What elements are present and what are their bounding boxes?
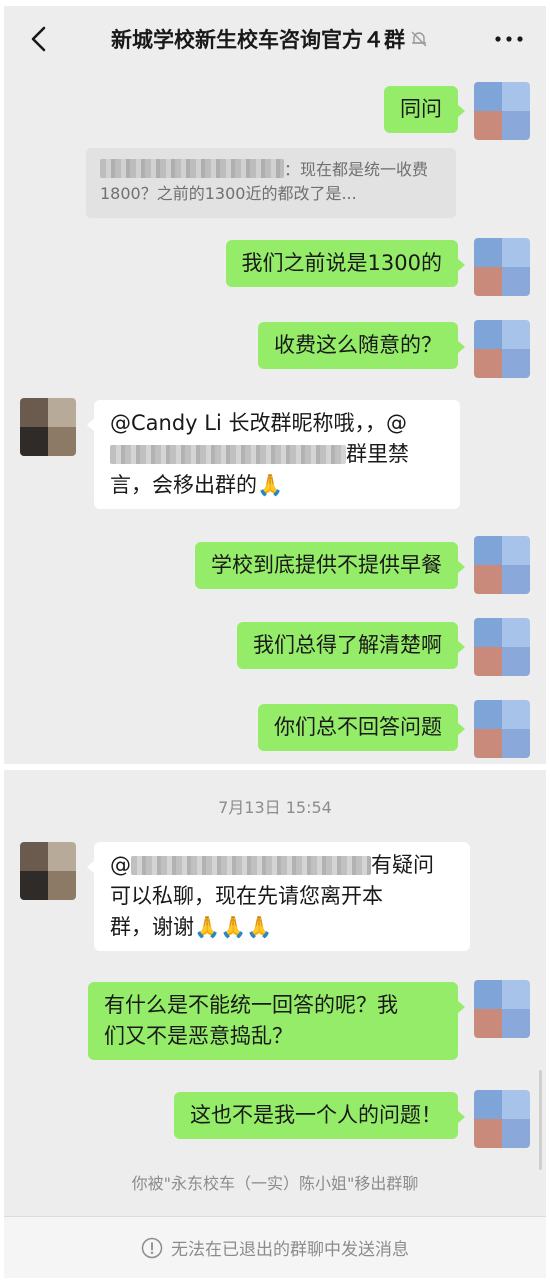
message-text: 同问: [400, 97, 442, 121]
message-text: 我们之前说是1300的: [241, 251, 442, 275]
scrollbar[interactable]: [539, 1070, 542, 1170]
chevron-left-icon[interactable]: [24, 24, 54, 54]
chat-title: 新城学校新生校车咨询官方４群: [111, 28, 405, 52]
message-text: 有疑问: [371, 853, 434, 877]
message-text: @: [110, 853, 131, 877]
avatar-self[interactable]: [474, 700, 530, 758]
message-line: 言，会移出群的🙏: [110, 473, 284, 497]
message-timestamp: 7月13日 15:54: [218, 798, 332, 817]
message-bubble-own[interactable]: 你们总不回答问题: [258, 704, 465, 751]
avatar-self[interactable]: [474, 618, 530, 676]
message-bubble-other[interactable]: @ 有疑问 可以私聊，现在先请您离开本 群，谢谢🙏🙏🙏: [87, 842, 470, 951]
more-dots-icon[interactable]: [492, 28, 526, 50]
chat-title-wrap: 新城学校新生校车咨询官方４群: [64, 6, 476, 72]
avatar-self[interactable]: [474, 536, 530, 594]
avatar-self[interactable]: [474, 238, 530, 296]
message-line: 群里禁: [110, 439, 444, 470]
message-bubble-own[interactable]: 学校到底提供不提供早餐: [195, 542, 465, 589]
redacted-name: [110, 445, 346, 464]
message-bubble-own[interactable]: 有什么是不能统一回答的呢？我 们又不是恶意捣乱？: [88, 982, 465, 1060]
chat-header: 新城学校新生校车咨询官方４群: [4, 6, 546, 72]
message-bubble-own[interactable]: 同问: [384, 86, 465, 133]
message-bubble-own[interactable]: 收费这么随意的？: [258, 322, 465, 369]
redacted-name: [131, 856, 371, 875]
chat-footer: 无法在已退出的群聊中发送消息: [4, 1216, 546, 1278]
quoted-message[interactable]: ：现在都是统一收费1800？之前的1300近的都改了是...: [86, 148, 456, 218]
system-message: 你被"永东校车（一实）陈小姐"移出群聊: [131, 1174, 419, 1193]
message-text: 群里禁: [346, 442, 409, 466]
message-line: @ 有疑问: [110, 850, 454, 881]
chat-screen-bottom: 7月13日 15:54 @ 有疑问 可以私聊，现在先请您离开本 群，谢谢🙏🙏🙏 有…: [4, 770, 546, 1278]
message-text: 收费这么随意的？: [274, 333, 442, 357]
message-bubble-own[interactable]: 我们之前说是1300的: [225, 240, 466, 287]
message-line: 们又不是恶意捣乱？: [104, 1024, 293, 1048]
message-bubble-own[interactable]: 我们总得了解清楚啊: [237, 622, 465, 669]
avatar-other[interactable]: [20, 842, 76, 900]
footer-text: 无法在已退出的群聊中发送消息: [171, 1240, 409, 1260]
bell-off-icon: [411, 31, 427, 47]
message-text: 这也不是我一个人的问题！: [190, 1103, 442, 1127]
avatar-self[interactable]: [474, 1090, 530, 1148]
avatar-self[interactable]: [474, 320, 530, 378]
avatar-other[interactable]: [20, 398, 76, 456]
message-bubble-other[interactable]: @Candy Li 长改群昵称哦，，@ 群里禁 言，会移出群的🙏: [87, 400, 460, 509]
info-circle-icon: [141, 1237, 163, 1258]
message-text: 学校到底提供不提供早餐: [211, 553, 442, 577]
message-text: 我们总得了解清楚啊: [253, 633, 442, 657]
chat-screen-top: 新城学校新生校车咨询官方４群 同问 ：现在都是统一收费1800？之前的1300近…: [4, 6, 546, 764]
message-line: 群，谢谢🙏🙏🙏: [110, 915, 273, 939]
message-line: 可以私聊，现在先请您离开本: [110, 884, 383, 908]
avatar-self[interactable]: [474, 980, 530, 1038]
message-bubble-own[interactable]: 这也不是我一个人的问题！: [174, 1092, 465, 1139]
message-line: 有什么是不能统一回答的呢？我: [104, 993, 398, 1017]
redacted-name: [100, 159, 284, 178]
avatar-self[interactable]: [474, 82, 530, 140]
message-text: 你们总不回答问题: [274, 715, 442, 739]
message-line: @Candy Li 长改群昵称哦，，@: [110, 411, 407, 435]
